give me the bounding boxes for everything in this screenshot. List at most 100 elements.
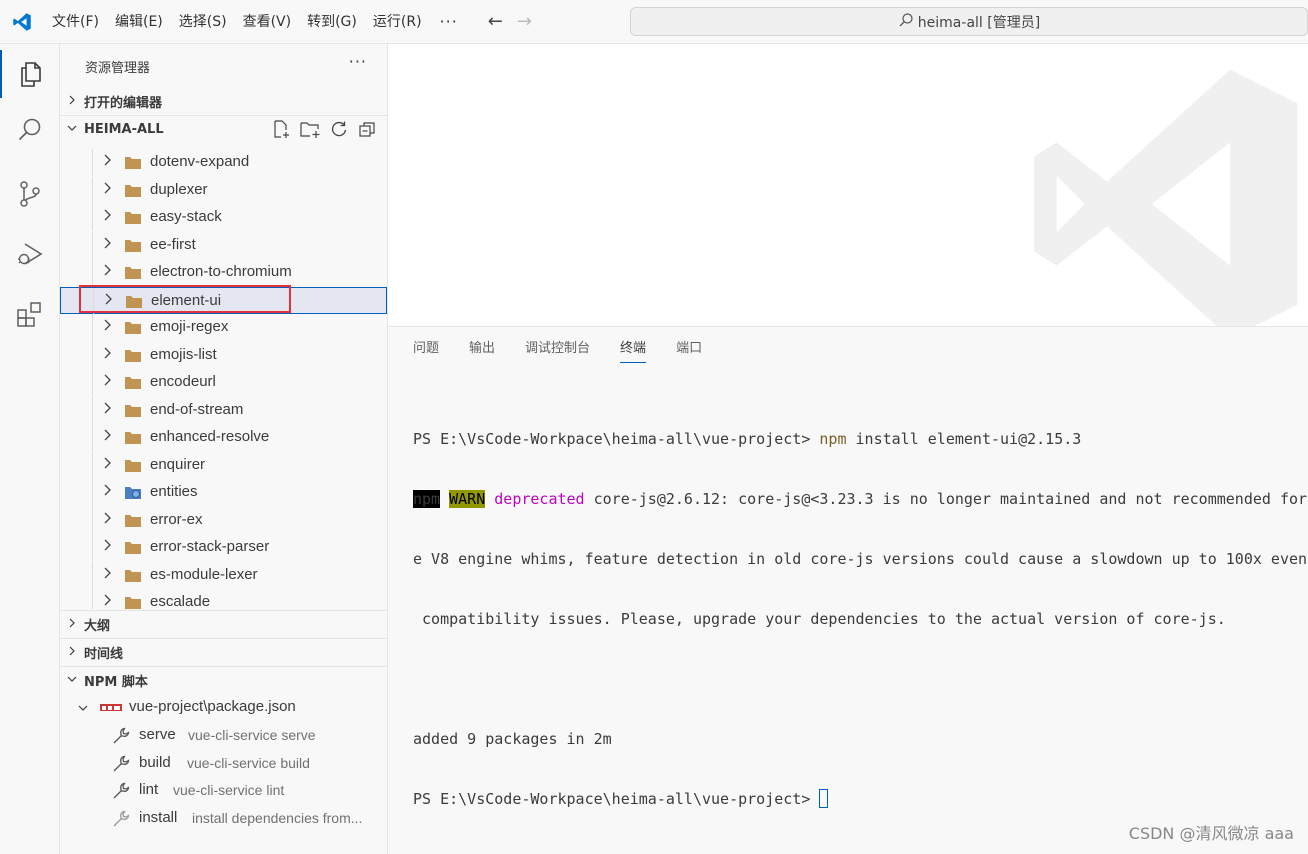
chevron-right-icon [102,346,114,364]
tree-item-encodeurl[interactable]: encodeurl [60,369,387,396]
tree-item-end-of-stream[interactable]: end-of-stream [60,396,387,424]
tree-item-electron-to-chromium[interactable]: electron-to-chromium [60,259,387,286]
tree-item-label: escalade [150,593,211,609]
section-npm-scripts[interactable]: NPM 脚本 [60,667,387,693]
chevron-right-icon [102,483,114,501]
folder-icon [124,568,142,587]
source-control-icon[interactable] [0,170,60,218]
terminal-text: added 9 packages in 2m [413,730,612,748]
tree-item-easy-stack[interactable]: easy-stack [60,204,387,231]
collapse-all-icon[interactable] [357,119,377,143]
tree-item-ee-first[interactable]: ee-first [60,231,387,259]
chevron-right-icon [102,153,114,171]
npm-package-item[interactable]: vue-project\package.json [60,694,387,721]
tree-item-label: emojis-list [150,345,217,363]
refresh-icon[interactable] [329,119,349,143]
tree-item-label: easy-stack [150,208,222,225]
tree-item-label: dotenv-expand [150,153,250,170]
run-debug-icon[interactable] [0,230,60,278]
chevron-right-icon [102,208,114,226]
tree-item-emoji-regex[interactable]: emoji-regex [60,314,387,341]
forward-arrow-icon[interactable]: → [517,11,532,32]
terminal-prompt: PS E:\VsCode-Workpace\heima-all\vue-proj… [413,790,820,808]
menu-run[interactable]: 运行(R) [365,7,430,37]
menu-more-button[interactable]: ··· [430,12,468,31]
chevron-down-icon [78,700,88,717]
tree-item-error-stack-parser[interactable]: error-stack-parser [60,534,387,561]
tree-item-emojis-list[interactable]: emojis-list [60,341,387,369]
npm-script-serve[interactable]: serve vue-cli-service serve [60,722,387,749]
folder-icon [124,375,142,394]
folder-icon [124,155,142,174]
tree-item-escalade[interactable]: escalade [60,589,387,609]
npm-script-build[interactable]: build vue-cli-service build [60,750,387,777]
folder-icon [124,430,142,449]
folder-icon [124,265,142,284]
chevron-right-icon [102,593,114,609]
chevron-right-icon [102,401,114,419]
back-arrow-icon[interactable]: ← [488,11,503,32]
chevron-right-icon [102,318,114,336]
special-folder-icon [124,485,142,504]
extensions-icon[interactable] [0,290,60,338]
wrench-icon [112,755,130,777]
npm-script-name: serve [139,726,176,743]
tab-ports[interactable]: 端口 [676,327,702,371]
menu-selection[interactable]: 选择(S) [171,7,235,37]
command-center-search[interactable]: heima-all [管理员] [630,7,1308,36]
menu-edit[interactable]: 编辑(E) [107,7,171,37]
section-label: 打开的编辑器 [84,95,163,111]
tree-item-error-ex[interactable]: error-ex [60,506,387,534]
npm-script-install[interactable]: install install dependencies from... [60,805,387,832]
chevron-right-icon [102,181,114,199]
tree-item-enhanced-resolve[interactable]: enhanced-resolve [60,424,387,451]
tree-item-dotenv-expand[interactable]: dotenv-expand [60,149,387,176]
chevron-right-icon [60,617,84,632]
menu-file[interactable]: 文件(F) [44,7,107,37]
npm-script-command: vue-cli-service build [187,754,310,771]
tree-item-enquirer[interactable]: enquirer [60,451,387,479]
chevron-right-icon [102,428,114,446]
tab-problems[interactable]: 问题 [413,327,439,371]
tree-item-entities[interactable]: entities [60,479,387,506]
tree-item-label: entities [150,483,198,500]
terminal-output[interactable]: PS E:\VsCode-Workpace\heima-all\vue-proj… [413,389,1307,849]
tree-item-es-module-lexer[interactable]: es-module-lexer [60,561,387,589]
chevron-right-icon [102,511,114,529]
npm-script-command: vue-cli-service serve [188,727,316,743]
explorer-icon[interactable] [0,50,60,98]
npm-script-lint[interactable]: lint vue-cli-service lint [60,777,387,804]
vscode-logo-icon[interactable] [0,0,44,44]
section-open-editors[interactable]: 打开的编辑器 [60,88,387,114]
tab-terminal[interactable]: 终端 [620,327,647,371]
npm-script-name: install [139,808,178,826]
section-timeline[interactable]: 时间线 [60,639,387,665]
npm-script-command: install dependencies from... [192,809,363,826]
new-file-icon[interactable] [271,119,291,143]
npm-script-name: lint [139,781,159,798]
chevron-right-icon [102,236,114,254]
npm-badge: npm [413,490,441,508]
folder-icon [124,540,142,559]
panel-tabs: 问题 输出 调试控制台 终端 端口 [388,327,732,371]
bottom-panel: 问题 输出 调试控制台 终端 端口 PS E:\VsCode-Workpace\… [388,326,1308,854]
tree-item-label: duplexer [150,180,208,198]
tab-output[interactable]: 输出 [469,327,495,371]
sidebar-more-button[interactable]: ··· [349,52,367,71]
section-label: NPM 脚本 [84,674,148,690]
section-outline[interactable]: 大纲 [60,611,387,637]
tree-item-duplexer[interactable]: duplexer [60,176,387,204]
new-folder-icon[interactable] [299,119,321,143]
wrench-icon [112,727,130,749]
menu-view[interactable]: 查看(V) [235,7,300,37]
tab-debug-console[interactable]: 调试控制台 [525,327,590,371]
terminal-text: core-js@2.6.12: core-js@<3.23.3 is no lo… [584,490,1308,508]
search-icon [898,12,914,32]
folder-icon [124,595,142,609]
wrench-icon [112,782,130,804]
npm-package-label: vue-project\package.json [129,698,296,715]
npm-script-command: vue-cli-service lint [173,782,285,798]
search-icon[interactable] [0,106,60,154]
menu-go[interactable]: 转到(G) [299,7,365,37]
section-workspace[interactable]: HEIMA-ALL [60,116,387,142]
